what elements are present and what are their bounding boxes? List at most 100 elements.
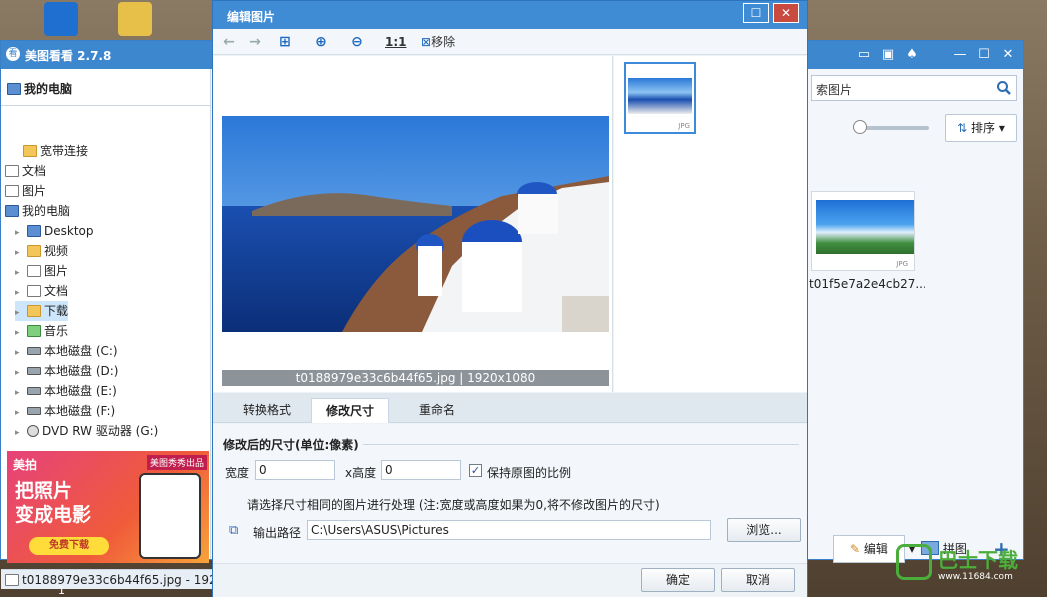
zoom-slider-handle[interactable] <box>853 120 867 134</box>
minimize-button[interactable]: — <box>949 45 971 65</box>
thumbnail-name: t01f5e7a2e4cb27... <box>809 277 925 291</box>
actual-size-button[interactable]: 1:1 <box>385 32 407 52</box>
sidebar-item[interactable]: ▸ 本地磁盘 (D:) <box>15 361 118 381</box>
dialog-maximize-button[interactable]: ☐ <box>743 3 769 23</box>
browse-button[interactable]: 浏览... <box>727 518 801 542</box>
skin-icon[interactable]: ▣ <box>877 45 899 65</box>
expand-arrow-icon[interactable]: ▸ <box>15 303 27 323</box>
ad-brand: 美拍 <box>13 458 38 472</box>
desktop-icon <box>27 225 41 237</box>
expand-arrow-icon[interactable]: ▸ <box>15 363 27 383</box>
ok-button[interactable]: 确定 <box>641 568 715 592</box>
preview-photo <box>222 116 609 332</box>
thumbnail-image <box>816 200 914 254</box>
fit-screen-icon[interactable]: ⊞ <box>275 32 295 52</box>
tab-rename[interactable]: 重命名 <box>405 398 469 423</box>
sidebar-item-label: 视频 <box>44 244 69 258</box>
sidebar-item[interactable]: ▸ 下载 <box>15 301 69 323</box>
search-input[interactable]: 索图片 <box>816 81 852 98</box>
expand-arrow-icon[interactable]: ▸ <box>15 323 27 343</box>
sidebar-item[interactable]: ▸ 图片 <box>15 261 68 281</box>
output-folder-icon: ⧉ <box>229 523 239 538</box>
maximize-button[interactable]: ☐ <box>973 45 995 65</box>
preview-area: t0188979e33c6b44f65.jpg | 1920x1080 <box>213 56 613 392</box>
app-icon[interactable] <box>44 2 78 36</box>
expand-arrow-icon[interactable]: ▸ <box>15 283 27 303</box>
folder-icon[interactable] <box>118 2 152 36</box>
search-box[interactable]: 索图片 <box>811 75 1017 101</box>
remove-icon: ⊠ <box>421 35 432 49</box>
width-field[interactable]: 0 <box>255 460 335 480</box>
dialog-close-button[interactable]: ✕ <box>773 3 799 23</box>
sidebar-item-label: Desktop <box>44 224 94 238</box>
sidebar-item[interactable]: ▸ 音乐 <box>15 321 68 341</box>
folder-icon <box>27 305 41 317</box>
tab-resize[interactable]: 修改尺寸 <box>311 398 390 423</box>
forward-arrow-icon[interactable]: → <box>245 32 265 52</box>
image-thumbnail[interactable]: JPG <box>811 191 915 271</box>
computer-icon <box>7 83 21 95</box>
status-bar: t0188979e33c6b44f65.jpg - 1920 <box>1 569 213 589</box>
expand-arrow-icon[interactable]: ▸ <box>15 403 27 423</box>
sidebar-item[interactable]: 宽带连接 <box>23 141 88 161</box>
watermark-url: www.11684.com <box>938 572 1013 582</box>
shirt-icon[interactable]: ♠ <box>901 45 923 65</box>
ad-banner[interactable]: 美拍 美图秀秀出品 把照片 变成电影 免费下载 <box>7 451 209 563</box>
back-arrow-icon[interactable]: ← <box>219 32 239 52</box>
edit-button[interactable]: ✎ 编辑 <box>833 535 905 563</box>
cancel-button[interactable]: 取消 <box>721 568 795 592</box>
dialog-footer: 确定 取消 <box>213 563 807 597</box>
ad-headline: 把照片 变成电影 <box>15 479 125 527</box>
sidebar: 我的电脑 宽带连接 文档 图片 我的电脑 ▸ Desktop ▸ 视频 ▸ 图片 ▸ 文档 ▸ 下载 ▸ 音乐… <box>1 69 213 589</box>
tab-convert-format[interactable]: 转换格式 <box>229 398 305 423</box>
folder-icon <box>27 245 41 257</box>
sidebar-header[interactable]: 我的电脑 <box>7 79 72 99</box>
sidebar-item-label: 音乐 <box>44 324 69 338</box>
sort-icon: ⇅ <box>957 121 971 135</box>
search-icon[interactable] <box>996 80 1012 96</box>
sidebar-item[interactable]: ▸ Desktop <box>15 221 94 241</box>
sidebar-item-label: 本地磁盘 (F:) <box>44 404 116 418</box>
sort-button[interactable]: ⇅ 排序 ▾ <box>945 114 1017 142</box>
selected-thumbnail[interactable]: JPG <box>624 62 696 134</box>
main-window-title: 美图看看 2.7.8 <box>25 49 112 63</box>
sidebar-item-label: 本地磁盘 (E:) <box>44 384 117 398</box>
right-pane: 索图片 ⇅ 排序 ▾ JPG t01f5e7a2e4cb27... ✎ 编辑 ▾… <box>809 69 1023 563</box>
sidebar-item[interactable]: ▸ 本地磁盘 (E:) <box>15 381 117 401</box>
edit-icon: ✎ <box>850 542 864 556</box>
expand-arrow-icon[interactable]: ▸ <box>15 423 27 443</box>
sidebar-item-label: 下载 <box>44 304 69 318</box>
ad-download-button[interactable]: 免费下载 <box>29 537 109 555</box>
ad-phone-image <box>139 473 201 559</box>
sidebar-item[interactable]: ▸ DVD RW 驱动器 (G:) <box>15 421 158 441</box>
message-icon[interactable]: ▭ <box>853 45 875 65</box>
sidebar-item-label: 文档 <box>44 284 69 298</box>
sidebar-item[interactable]: ▸ 文档 <box>15 281 68 301</box>
section-title: 修改后的尺寸(单位:像素) <box>223 438 359 452</box>
status-file: t0188979e33c6b44f65.jpg - 1920 <box>22 573 213 587</box>
keep-ratio-checkbox[interactable]: ✓ <box>469 464 482 477</box>
close-button[interactable]: ✕ <box>997 45 1019 65</box>
sidebar-item[interactable]: ▸ 视频 <box>15 241 68 261</box>
expand-arrow-icon[interactable]: ▸ <box>15 263 27 283</box>
sidebar-item[interactable]: 我的电脑 <box>5 201 70 221</box>
thumbnail-strip: JPG <box>614 56 807 392</box>
sidebar-header-label: 我的电脑 <box>24 82 73 96</box>
expand-arrow-icon[interactable]: ▸ <box>15 243 27 263</box>
expand-arrow-icon[interactable]: ▸ <box>15 223 27 243</box>
sidebar-item[interactable]: 文档 <box>5 161 46 181</box>
sidebar-item[interactable]: 图片 <box>5 181 46 201</box>
sidebar-item[interactable]: ▸ 本地磁盘 (F:) <box>15 401 115 421</box>
sidebar-item-label: 图片 <box>22 184 47 198</box>
remove-button[interactable]: ⊠移除 <box>421 32 455 52</box>
height-field[interactable]: 0 <box>381 460 461 480</box>
sidebar-item[interactable]: ▸ 本地磁盘 (C:) <box>15 341 118 361</box>
sidebar-item-label: 本地磁盘 (C:) <box>44 344 118 358</box>
expand-arrow-icon[interactable]: ▸ <box>15 383 27 403</box>
edit-label: 编辑 <box>863 542 888 556</box>
zoom-out-icon[interactable]: ⊖ <box>347 32 367 52</box>
sidebar-item-label: 本地磁盘 (D:) <box>44 364 119 378</box>
expand-arrow-icon[interactable]: ▸ <box>15 343 27 363</box>
zoom-in-icon[interactable]: ⊕ <box>311 32 331 52</box>
output-path-field[interactable]: C:\Users\ASUS\Pictures <box>307 520 711 540</box>
